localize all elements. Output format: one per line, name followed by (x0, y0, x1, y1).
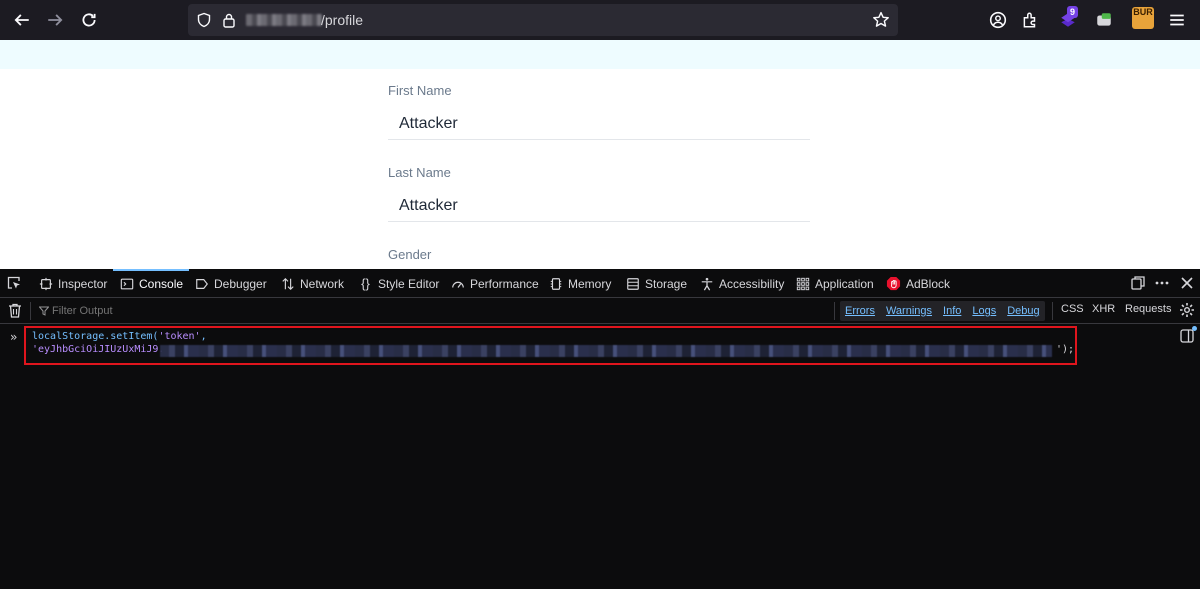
tab-debugger[interactable]: Debugger (194, 269, 267, 298)
url-bar[interactable]: /profile (188, 4, 898, 36)
filter-xhr[interactable]: XHR (1092, 303, 1115, 315)
redacted-token (160, 345, 1052, 357)
browser-toolbar: /profile 9 BUR (0, 0, 1200, 40)
page-viewport: First Name Attacker Last Name Attacker G… (0, 40, 1200, 269)
dock-icon[interactable] (1130, 275, 1146, 291)
more-options-icon[interactable] (1154, 275, 1170, 291)
console-icon (119, 276, 134, 291)
last-name-label: Last Name (388, 165, 451, 180)
console-filter-bar: Errors Warnings Info Logs Debug CSS XHR … (0, 298, 1200, 324)
first-name-input[interactable]: Attacker (399, 115, 458, 133)
tab-style-editor[interactable]: {} Style Editor (358, 269, 439, 298)
back-icon[interactable] (10, 8, 34, 32)
debugger-icon (194, 276, 209, 291)
console-prompt: » (10, 330, 18, 344)
performance-icon (450, 276, 465, 291)
trash-icon[interactable] (8, 303, 22, 318)
gender-label: Gender (388, 247, 432, 262)
sidebar-toggle-icon[interactable] (1180, 326, 1197, 343)
tab-console[interactable]: Console (112, 269, 190, 298)
gear-icon[interactable] (1179, 302, 1195, 318)
last-name-underline (388, 221, 810, 222)
devtools-tab-bar: Inspector Console Debugger Network {} St… (0, 269, 1200, 298)
tab-storage[interactable]: Storage (625, 269, 687, 298)
url-path: /profile (321, 12, 364, 28)
inspector-icon (38, 276, 53, 291)
filter-css[interactable]: CSS (1061, 303, 1084, 315)
tab-inspector[interactable]: Inspector (38, 269, 107, 298)
tab-memory[interactable]: Memory (548, 269, 611, 298)
log-level-filters: Errors Warnings Info Logs Debug (840, 301, 1045, 321)
devtools-panel: Inspector Console Debugger Network {} St… (0, 269, 1200, 589)
page-banner (0, 40, 1200, 69)
network-icon (280, 276, 295, 291)
forward-icon[interactable] (43, 8, 67, 32)
last-name-input[interactable]: Attacker (399, 197, 458, 215)
storage-icon (625, 276, 640, 291)
filter-debug[interactable]: Debug (1005, 305, 1041, 317)
tab-network[interactable]: Network (280, 269, 344, 298)
separator (30, 302, 31, 320)
first-name-underline (388, 139, 810, 140)
account-icon[interactable] (986, 8, 1010, 32)
separator (834, 302, 835, 320)
redacted-host (246, 14, 322, 26)
shield-icon[interactable] (196, 12, 212, 28)
filter-warnings[interactable]: Warnings (884, 305, 934, 317)
tab-application[interactable]: Application (795, 269, 874, 298)
notification-dot (1192, 326, 1197, 331)
burp-extension-icon[interactable]: BUR (1132, 7, 1154, 29)
filter-output-input[interactable] (36, 300, 826, 322)
first-name-label: First Name (388, 83, 452, 98)
menu-icon[interactable] (1165, 8, 1189, 32)
bookmark-star-icon[interactable] (872, 11, 890, 29)
tab-adblock[interactable]: AdBlock (886, 269, 950, 298)
highlighted-command[interactable]: localStorage.setItem('token', 'eyJhbGciO… (24, 326, 1077, 365)
separator (1052, 302, 1053, 320)
tab-accessibility[interactable]: Accessibility (699, 269, 784, 298)
tab-performance[interactable]: Performance (450, 269, 539, 298)
extension-badge: 9 (1067, 6, 1079, 18)
close-icon[interactable] (1179, 275, 1195, 291)
filter-requests[interactable]: Requests (1125, 303, 1171, 315)
memory-icon (548, 276, 563, 291)
extension-green-icon[interactable] (1092, 8, 1116, 32)
application-icon (795, 276, 810, 291)
extensions-icon[interactable] (1018, 8, 1042, 32)
accessibility-icon (699, 276, 714, 291)
lock-icon[interactable] (222, 12, 236, 28)
reload-icon[interactable] (77, 8, 101, 32)
command-end: '); (1056, 344, 1075, 355)
filter-logs[interactable]: Logs (970, 305, 998, 317)
filter-errors[interactable]: Errors (843, 305, 877, 317)
adblock-icon (886, 276, 901, 291)
filter-info[interactable]: Info (941, 305, 963, 317)
style-editor-icon: {} (361, 276, 370, 291)
pick-element-icon[interactable] (6, 275, 22, 291)
